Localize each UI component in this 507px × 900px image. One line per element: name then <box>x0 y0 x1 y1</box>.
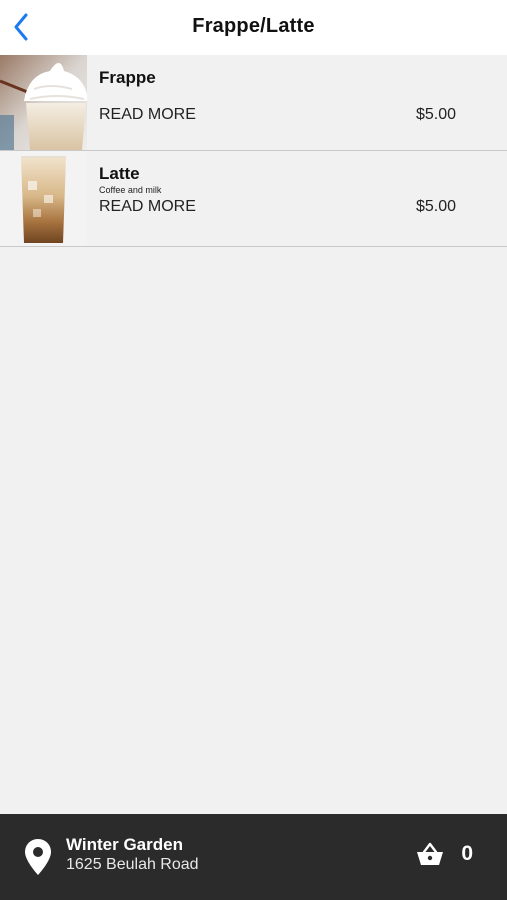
item-name: Frappe <box>99 68 156 87</box>
basket-icon <box>417 842 444 865</box>
header: Frappe/Latte <box>0 0 507 55</box>
cart-button[interactable]: 0 <box>416 842 473 866</box>
menu-item-latte[interactable]: Latte Coffee and milk READ MORE $5.00 <box>0 151 507 247</box>
read-more-link[interactable]: READ MORE <box>99 198 196 216</box>
frappe-image <box>0 55 87 150</box>
menu-list: Frappe READ MORE $5.00 Latte Coffee and … <box>0 55 507 247</box>
item-description: Coffee and milk <box>99 185 162 195</box>
item-price: $5.00 <box>415 106 456 123</box>
item-name: Latte <box>99 164 140 183</box>
cart-count: 0 <box>461 842 473 865</box>
item-price: $5.00 <box>415 198 456 215</box>
store-address: 1625 Beulah Road <box>66 856 199 873</box>
location-button[interactable] <box>24 838 52 881</box>
map-pin-icon <box>25 839 51 875</box>
menu-item-frappe[interactable]: Frappe READ MORE $5.00 <box>0 55 507 151</box>
store-footer: Winter Garden 1625 Beulah Road 0 <box>0 814 507 900</box>
read-more-link[interactable]: READ MORE <box>99 106 196 124</box>
latte-image <box>0 151 87 246</box>
page-title: Frappe/Latte <box>192 15 315 37</box>
store-name: Winter Garden <box>66 835 183 854</box>
